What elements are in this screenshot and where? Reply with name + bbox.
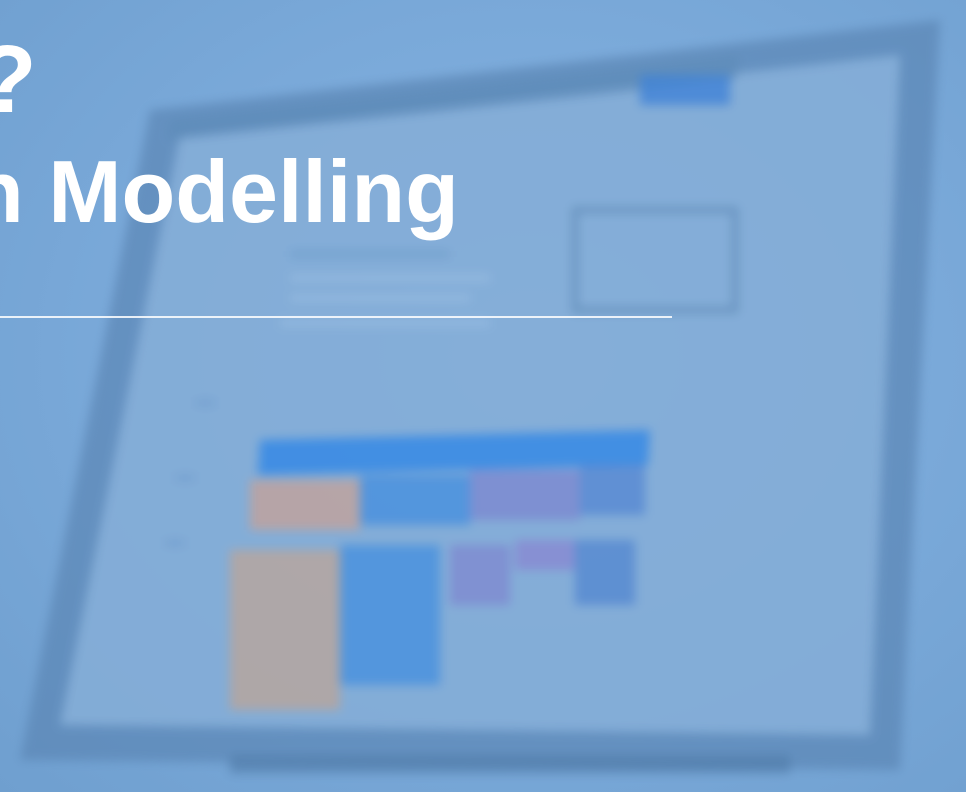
hero-banner: ? n Modelling <box>0 0 966 792</box>
hero-title-word: Modelling <box>48 142 459 241</box>
laptop-mockup-image <box>0 0 966 792</box>
title-divider <box>0 316 672 318</box>
hero-title-line-2: n Modelling <box>0 148 459 236</box>
hero-title-prefix: n <box>0 142 24 241</box>
hero-title-line-1: ? <box>0 32 37 128</box>
